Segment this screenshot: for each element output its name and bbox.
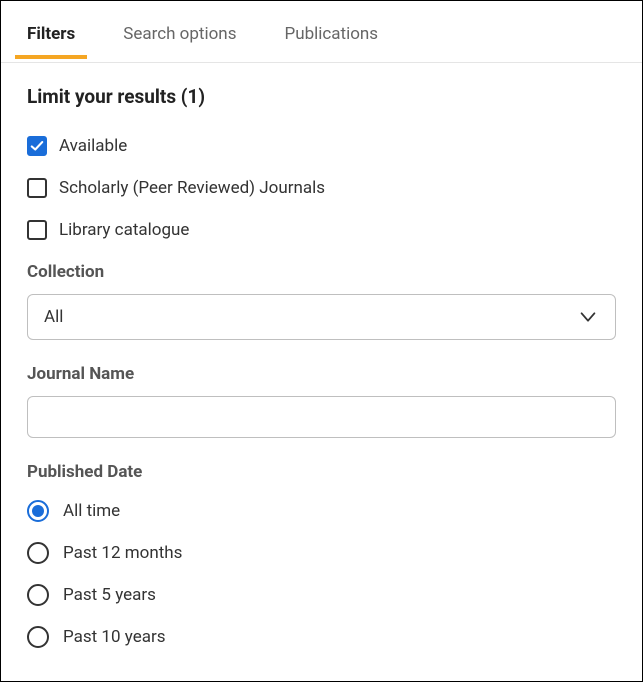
limit-results-heading: Limit your results (1): [27, 85, 616, 108]
tab-filters[interactable]: Filters: [17, 6, 85, 58]
collection-selected-value: All: [44, 307, 63, 327]
collection-field: Collection All: [27, 262, 616, 340]
journal-label: Journal Name: [27, 364, 616, 384]
checkbox-library[interactable]: [27, 220, 47, 240]
radio-row-past-5[interactable]: Past 5 years: [27, 584, 616, 606]
checkbox-available-label: Available: [59, 136, 127, 156]
published-date-label: Published Date: [27, 462, 616, 482]
journal-name-input[interactable]: [27, 396, 616, 438]
radio-row-past-12[interactable]: Past 12 months: [27, 542, 616, 564]
collection-label: Collection: [27, 262, 616, 282]
radio-past-5[interactable]: [27, 584, 49, 606]
published-date-field: Published Date All time Past 12 months P…: [27, 462, 616, 648]
radio-past-12-label: Past 12 months: [63, 543, 182, 563]
radio-past-12[interactable]: [27, 542, 49, 564]
chevron-down-icon: [577, 306, 599, 328]
checkbox-scholarly-label: Scholarly (Peer Reviewed) Journals: [59, 178, 325, 198]
radio-past-10[interactable]: [27, 626, 49, 648]
filters-panel: Filters Search options Publications Limi…: [0, 0, 643, 682]
radio-row-all-time[interactable]: All time: [27, 500, 616, 522]
tab-search-options[interactable]: Search options: [113, 6, 246, 58]
filters-content: Limit your results (1) Available Scholar…: [1, 63, 642, 648]
radio-past-5-label: Past 5 years: [63, 585, 156, 605]
checkbox-row-scholarly[interactable]: Scholarly (Peer Reviewed) Journals: [27, 178, 616, 198]
journal-field: Journal Name: [27, 364, 616, 438]
checkbox-available[interactable]: [27, 136, 47, 156]
radio-all-time[interactable]: [27, 500, 49, 522]
radio-past-10-label: Past 10 years: [63, 627, 166, 647]
checkbox-scholarly[interactable]: [27, 178, 47, 198]
radio-dot-icon: [32, 505, 44, 517]
radio-row-past-10[interactable]: Past 10 years: [27, 626, 616, 648]
checkbox-library-label: Library catalogue: [59, 220, 189, 240]
checkbox-row-available[interactable]: Available: [27, 136, 616, 156]
checkbox-row-library[interactable]: Library catalogue: [27, 220, 616, 240]
tab-publications[interactable]: Publications: [274, 6, 388, 58]
tab-bar: Filters Search options Publications: [1, 1, 642, 63]
check-icon: [30, 139, 44, 153]
collection-select[interactable]: All: [27, 294, 616, 340]
radio-all-time-label: All time: [63, 501, 120, 521]
